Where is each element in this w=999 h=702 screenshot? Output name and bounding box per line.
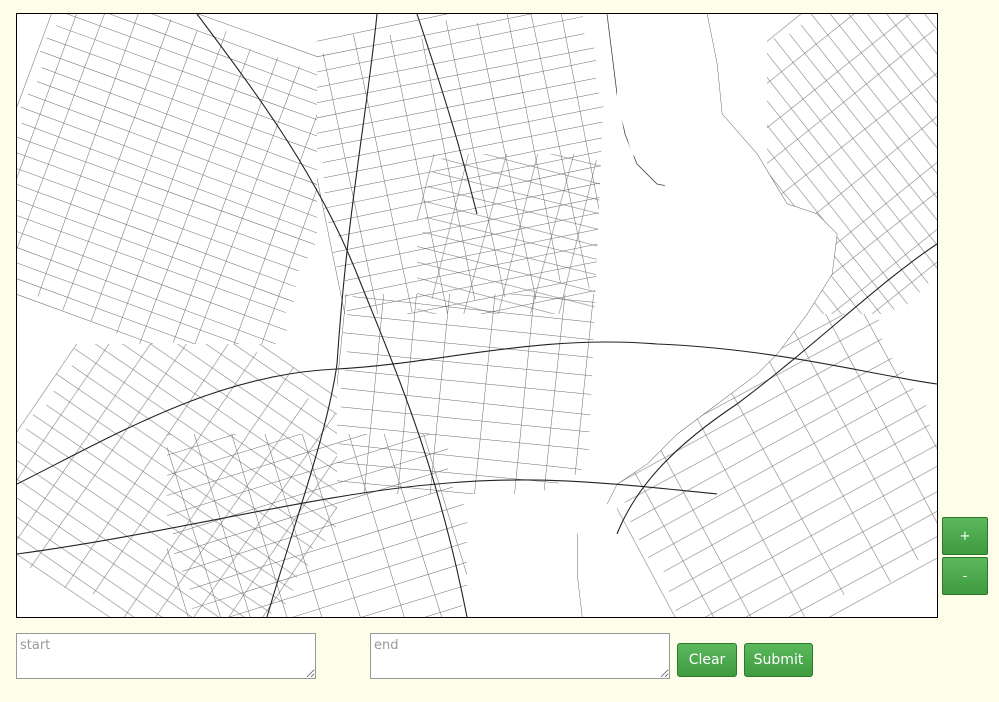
zoom-out-button[interactable]: - <box>942 557 988 595</box>
street-map[interactable] <box>16 13 938 618</box>
zoom-in-button[interactable]: + <box>942 517 988 555</box>
end-field[interactable] <box>370 633 670 679</box>
start-field[interactable] <box>16 633 316 679</box>
clear-button[interactable]: Clear <box>677 643 737 677</box>
street-map-canvas[interactable] <box>17 14 937 617</box>
submit-button[interactable]: Submit <box>744 643 813 677</box>
